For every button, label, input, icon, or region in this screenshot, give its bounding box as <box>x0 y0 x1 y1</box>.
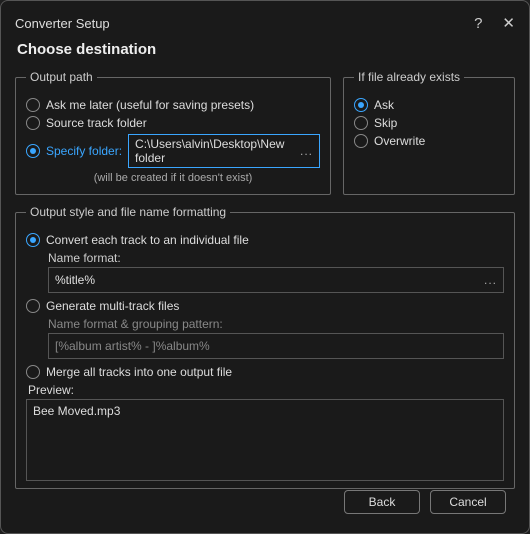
close-icon[interactable]: ✕ <box>502 14 515 32</box>
label-exists-ask: Ask <box>374 98 394 112</box>
file-exists-legend: If file already exists <box>354 70 464 84</box>
radio-merge[interactable] <box>26 365 40 379</box>
label-specify-folder: Specify folder: <box>46 144 122 158</box>
grouping-label: Name format & grouping pattern: <box>48 317 504 331</box>
folder-path-input[interactable]: C:\Users\alvin\Desktop\New folder ... <box>128 134 320 168</box>
preview-label: Preview: <box>28 383 504 397</box>
help-icon[interactable]: ? <box>474 15 482 32</box>
name-format-more-icon[interactable]: ... <box>484 273 497 287</box>
grouping-input: [%album artist% - ]%album% <box>48 333 504 359</box>
name-format-value: %title% <box>55 273 95 287</box>
label-ask-later: Ask me later (useful for saving presets) <box>46 98 254 112</box>
window-title: Converter Setup <box>15 16 110 31</box>
radio-source-folder[interactable] <box>26 116 40 130</box>
preview-value: Bee Moved.mp3 <box>33 404 120 418</box>
radio-exists-skip[interactable] <box>354 116 368 130</box>
folder-hint: (will be created if it doesn't exist) <box>26 172 320 184</box>
output-path-group: Output path Ask me later (useful for sav… <box>15 70 331 195</box>
radio-multi[interactable] <box>26 299 40 313</box>
radio-exists-ask[interactable] <box>354 98 368 112</box>
folder-path-value: C:\Users\alvin\Desktop\New folder <box>135 137 300 165</box>
back-button[interactable]: Back <box>344 490 420 514</box>
radio-ask-later[interactable] <box>26 98 40 112</box>
label-exists-overwrite: Overwrite <box>374 134 425 148</box>
cancel-button[interactable]: Cancel <box>430 490 506 514</box>
label-merge: Merge all tracks into one output file <box>46 365 232 379</box>
name-format-input[interactable]: %title% ... <box>48 267 504 293</box>
radio-specify-folder[interactable] <box>26 144 40 158</box>
format-legend: Output style and file name formatting <box>26 205 230 219</box>
preview-box: Bee Moved.mp3 <box>26 399 504 481</box>
browse-folder-icon[interactable]: ... <box>300 144 313 158</box>
file-exists-group: If file already exists Ask Skip Overwrit… <box>343 70 515 195</box>
label-source-folder: Source track folder <box>46 116 147 130</box>
label-individual: Convert each track to an individual file <box>46 233 249 247</box>
name-format-label: Name format: <box>48 251 504 265</box>
grouping-value: [%album artist% - ]%album% <box>55 339 210 353</box>
radio-individual[interactable] <box>26 233 40 247</box>
page-title: Choose destination <box>17 41 515 58</box>
output-path-legend: Output path <box>26 70 97 84</box>
label-exists-skip: Skip <box>374 116 397 130</box>
label-multi: Generate multi-track files <box>46 299 179 313</box>
radio-exists-overwrite[interactable] <box>354 134 368 148</box>
format-group: Output style and file name formatting Co… <box>15 205 515 489</box>
